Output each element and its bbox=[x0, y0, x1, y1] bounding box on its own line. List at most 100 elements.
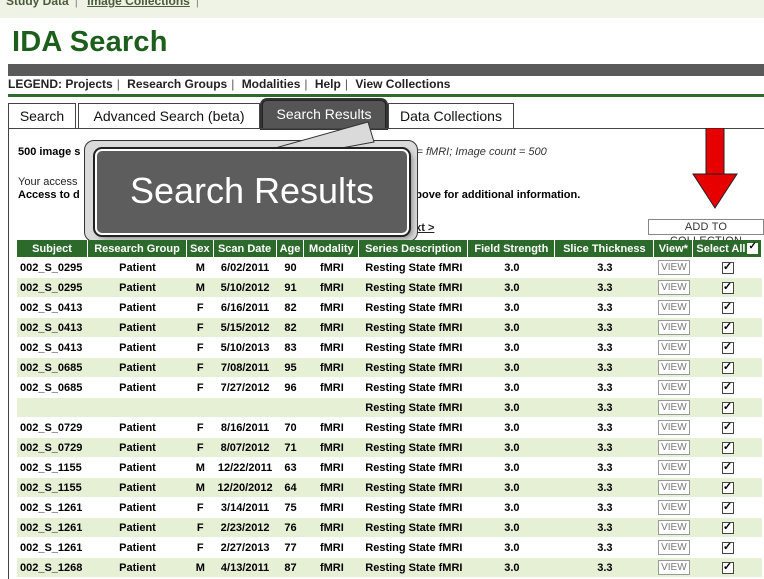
legend-label: LEGEND: bbox=[8, 77, 62, 91]
col-slice-thickness[interactable]: Slice Thickness bbox=[555, 240, 655, 257]
view-button[interactable]: VIEW bbox=[658, 540, 690, 555]
view-button[interactable]: VIEW bbox=[658, 300, 690, 315]
select-checkbox[interactable] bbox=[721, 420, 734, 434]
cell-age: 64 bbox=[276, 478, 305, 497]
callout-text: Search Results bbox=[129, 170, 375, 211]
view-button[interactable]: VIEW bbox=[658, 380, 690, 395]
cell-view: VIEW bbox=[654, 538, 693, 557]
legend-link-research-groups[interactable]: Research Groups bbox=[127, 77, 227, 91]
cell-field-strength: 3.0 bbox=[504, 501, 520, 514]
cell-sex: F bbox=[187, 318, 214, 337]
table-header-row: Subject Research Group Sex Scan Date Age… bbox=[17, 240, 763, 257]
cell-age: 96 bbox=[284, 381, 297, 394]
col-subject[interactable]: Subject bbox=[17, 240, 88, 257]
table-row: 002_S_1155 Patient M 12/20/2012 64 fMRI Restin… bbox=[17, 478, 763, 497]
select-checkbox[interactable] bbox=[721, 460, 734, 474]
view-button[interactable]: VIEW bbox=[658, 440, 690, 455]
table-row: 002_S_1261 Patient F 3/14/2011 75 fMRI Resting… bbox=[17, 498, 762, 517]
tab-data-collections[interactable]: Data Collections bbox=[388, 103, 514, 128]
table-row: 002_S_0413 Patient F 5/10/2013 83 fMRI Resting… bbox=[17, 338, 762, 357]
access-notice: Your access bbox=[18, 176, 78, 188]
col-age[interactable]: Age bbox=[276, 240, 305, 257]
cell-series-description: Resting State fMRI bbox=[365, 541, 463, 554]
view-button[interactable]: VIEW bbox=[658, 360, 690, 375]
select-checkbox[interactable] bbox=[721, 560, 734, 574]
cell-field-strength: 3.0 bbox=[468, 318, 556, 337]
cell-modality: fMRI bbox=[304, 478, 360, 497]
separator: | bbox=[304, 77, 308, 91]
col-field-strength[interactable]: Field Strength bbox=[468, 240, 556, 257]
view-button[interactable]: VIEW bbox=[658, 480, 690, 495]
legend-link-view-collections[interactable]: View Collections bbox=[355, 77, 450, 91]
select-checkbox[interactable] bbox=[721, 300, 734, 314]
view-button[interactable]: VIEW bbox=[658, 520, 690, 535]
cell-research-group: Patient bbox=[88, 518, 187, 537]
select-checkbox[interactable] bbox=[721, 400, 734, 414]
select-all-checkbox[interactable] bbox=[747, 241, 759, 255]
legend-link-projects[interactable]: Projects bbox=[65, 77, 112, 91]
legend-link-help[interactable]: Help bbox=[315, 77, 341, 91]
cell-sex bbox=[187, 398, 214, 417]
select-checkbox[interactable] bbox=[721, 500, 734, 514]
col-research-group[interactable]: Research Group bbox=[88, 240, 187, 257]
cell-scan-date: 6/02/2011 bbox=[220, 261, 270, 274]
cell-series-description: Resting State fMRI bbox=[365, 261, 463, 274]
cell-modality: fMRI bbox=[319, 501, 344, 514]
tab-search[interactable]: Search bbox=[8, 103, 76, 128]
cell-slice-thickness: 3.3 bbox=[597, 541, 613, 554]
select-checkbox[interactable] bbox=[721, 260, 734, 274]
view-button[interactable]: VIEW bbox=[658, 340, 690, 355]
col-scan-date[interactable]: Scan Date bbox=[213, 240, 277, 257]
tab-advanced-search[interactable]: Advanced Search (beta) bbox=[78, 103, 260, 128]
table-row: 002_S_0729 Patient F 8/07/2012 71 fMRI Resting… bbox=[17, 438, 763, 457]
cell-slice-thickness: 3.3 bbox=[555, 358, 655, 377]
cell-age: 76 bbox=[276, 518, 305, 537]
view-button[interactable]: VIEW bbox=[658, 280, 690, 295]
add-to-collection-button[interactable]: ADD TO COLLECTION bbox=[648, 219, 764, 247]
cell-series-description: Resting State fMRI bbox=[359, 518, 469, 537]
select-checkbox[interactable] bbox=[721, 440, 734, 454]
col-sex[interactable]: Sex bbox=[187, 240, 214, 257]
cell-field-strength: 3.0 bbox=[468, 398, 556, 417]
select-checkbox[interactable] bbox=[721, 360, 734, 374]
col-modality[interactable]: Modality bbox=[304, 240, 360, 257]
cell-view: VIEW bbox=[654, 558, 694, 577]
cell-research-group: Patient bbox=[119, 421, 156, 434]
view-button[interactable]: VIEW bbox=[658, 260, 690, 275]
col-view: View* bbox=[654, 240, 694, 257]
view-button[interactable]: VIEW bbox=[658, 500, 690, 515]
select-checkbox[interactable] bbox=[721, 340, 734, 354]
cell-slice-thickness: 3.3 bbox=[555, 278, 655, 297]
col-series-description[interactable]: Series Description bbox=[359, 240, 469, 257]
col-select-all[interactable]: Select All bbox=[693, 240, 763, 257]
cell-slice-thickness: 3.3 bbox=[555, 558, 655, 577]
cell-modality: fMRI bbox=[319, 461, 344, 474]
top-nav: Study Data | Image Collections | bbox=[6, 0, 205, 8]
top-nav-image-collections[interactable]: Image Collections bbox=[87, 0, 190, 8]
cell-scan-date: 4/13/2011 bbox=[213, 558, 277, 577]
cell-select bbox=[693, 458, 762, 477]
cell-series-description: Resting State fMRI bbox=[359, 278, 469, 297]
cell-subject: 002_S_1155 bbox=[17, 478, 88, 497]
select-checkbox[interactable] bbox=[721, 540, 734, 554]
cell-scan-date bbox=[213, 398, 277, 417]
top-nav-study-data[interactable]: Study Data bbox=[6, 0, 69, 8]
select-checkbox[interactable] bbox=[721, 280, 734, 294]
cell-slice-thickness: 3.3 bbox=[597, 421, 613, 434]
cell-field-strength: 3.0 bbox=[504, 261, 520, 274]
cell-select bbox=[693, 258, 762, 277]
select-checkbox[interactable] bbox=[721, 520, 734, 534]
view-button[interactable]: VIEW bbox=[658, 320, 690, 335]
legend-link-modalities[interactable]: Modalities bbox=[242, 77, 301, 91]
select-checkbox[interactable] bbox=[721, 320, 734, 334]
cell-scan-date: 8/16/2011 bbox=[220, 421, 270, 434]
select-checkbox[interactable] bbox=[721, 380, 734, 394]
select-checkbox[interactable] bbox=[721, 480, 734, 494]
view-button[interactable]: VIEW bbox=[658, 460, 690, 475]
cell-subject: 002_S_1261 bbox=[20, 501, 83, 514]
view-button[interactable]: VIEW bbox=[658, 420, 690, 435]
cell-series-description: Resting State fMRI bbox=[365, 501, 463, 514]
view-button[interactable]: VIEW bbox=[658, 560, 690, 575]
table-row: 002_S_1261 Patient F 2/27/2013 77 fMRI Resting… bbox=[17, 538, 762, 557]
view-button[interactable]: VIEW bbox=[658, 400, 690, 415]
